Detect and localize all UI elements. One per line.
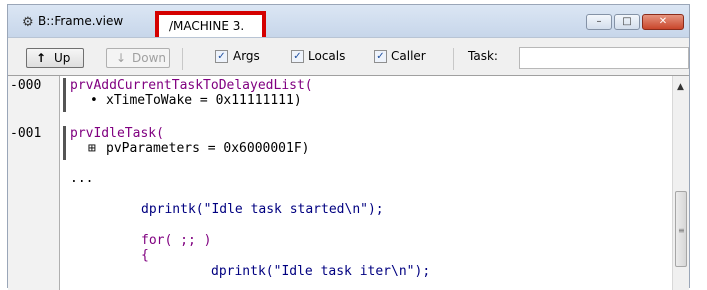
window-title: B::Frame.view: [38, 14, 124, 28]
frame-param[interactable]: xTimeToWake = 0x11111111): [106, 93, 302, 108]
expand-plus-icon[interactable]: ⊞: [88, 141, 96, 156]
caller-label: Caller: [391, 49, 426, 63]
ellipsis: ...: [70, 171, 94, 186]
locals-label: Locals: [308, 49, 346, 63]
down-button[interactable]: ↓ Down: [106, 48, 170, 68]
stack-frame-view[interactable]: -000 prvAddCurrentTaskToDelayedList( • x…: [8, 75, 689, 290]
up-button-label: Up: [54, 51, 71, 65]
frame-number: -001: [10, 126, 42, 141]
frame-view-window: ⚙ B::Frame.view /MACHINE 3. – □ ✕ ↑ Up ↓…: [7, 4, 690, 290]
source-line[interactable]: {: [141, 248, 149, 263]
frame-view-icon: ⚙: [22, 15, 34, 30]
title-bar[interactable]: ⚙ B::Frame.view /MACHINE 3. – □ ✕: [8, 5, 689, 37]
toolbar: ↑ Up ↓ Down ✓ Args ✓ Locals ✓ Caller Tas…: [8, 37, 689, 76]
task-input[interactable]: [519, 47, 689, 69]
toolbar-separator: [453, 48, 454, 70]
frame-number-gutter: [8, 76, 60, 290]
frame-function[interactable]: prvAddCurrentTaskToDelayedList(: [70, 78, 313, 93]
vertical-scrollbar[interactable]: ▲ ≡: [672, 76, 689, 290]
args-checkbox[interactable]: ✓: [215, 50, 228, 63]
up-button[interactable]: ↑ Up: [26, 48, 84, 68]
scroll-grip-icon: ≡: [678, 226, 685, 235]
up-arrow-icon: ↑: [36, 51, 47, 65]
bullet-icon: •: [90, 93, 98, 108]
source-line[interactable]: for( ;; ): [141, 233, 211, 248]
frame-marker: [63, 126, 66, 160]
machine-tab-label: /MACHINE 3.: [169, 19, 245, 33]
frame-number: -000: [10, 78, 42, 93]
locals-checkbox[interactable]: ✓: [291, 50, 304, 63]
down-button-label: Down: [132, 51, 167, 65]
caller-checkbox[interactable]: ✓: [374, 50, 387, 63]
machine-tab[interactable]: /MACHINE 3.: [155, 11, 266, 37]
toolbar-separator: [182, 48, 183, 70]
source-line[interactable]: dprintk("Idle task iter\n");: [211, 264, 430, 279]
scroll-thumb[interactable]: ≡: [675, 191, 687, 267]
args-label: Args: [233, 49, 260, 63]
frame-marker: [63, 78, 66, 112]
task-label: Task:: [468, 49, 498, 63]
scroll-up-arrow-icon[interactable]: ▲: [677, 82, 684, 92]
frame-param[interactable]: pvParameters = 0x6000001F): [106, 141, 310, 156]
close-button[interactable]: ✕: [642, 14, 684, 30]
source-line[interactable]: dprintk("Idle task started\n");: [141, 202, 384, 217]
down-arrow-icon: ↓: [116, 51, 127, 65]
minimize-button[interactable]: –: [586, 14, 612, 30]
maximize-button[interactable]: □: [614, 14, 640, 30]
frame-function[interactable]: prvIdleTask(: [70, 126, 164, 141]
